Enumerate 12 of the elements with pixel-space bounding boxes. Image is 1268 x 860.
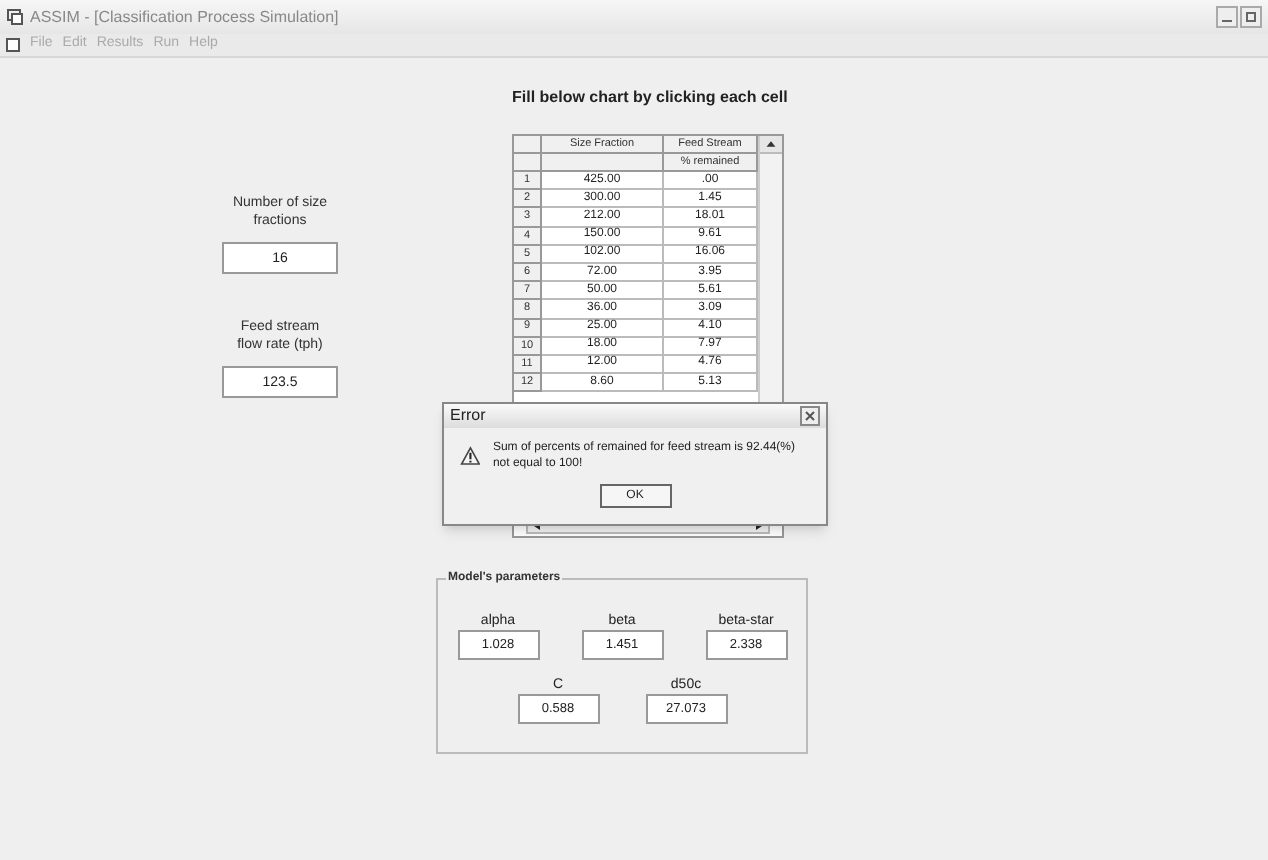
warning-icon (460, 444, 481, 468)
minimize-button[interactable] (1216, 6, 1238, 28)
instruction-heading: Fill below chart by clicking each cell (512, 86, 790, 110)
scroll-up-icon[interactable] (760, 136, 782, 154)
close-icon (804, 410, 816, 422)
window-title: ASSIM - [Classification Process Simulation] (30, 5, 339, 29)
restore-button[interactable] (1240, 6, 1262, 28)
dialog-title: Error (450, 404, 486, 428)
header-cell (542, 154, 664, 172)
document-icon (6, 37, 22, 53)
app-icon (6, 8, 24, 26)
close-button[interactable] (800, 406, 820, 426)
